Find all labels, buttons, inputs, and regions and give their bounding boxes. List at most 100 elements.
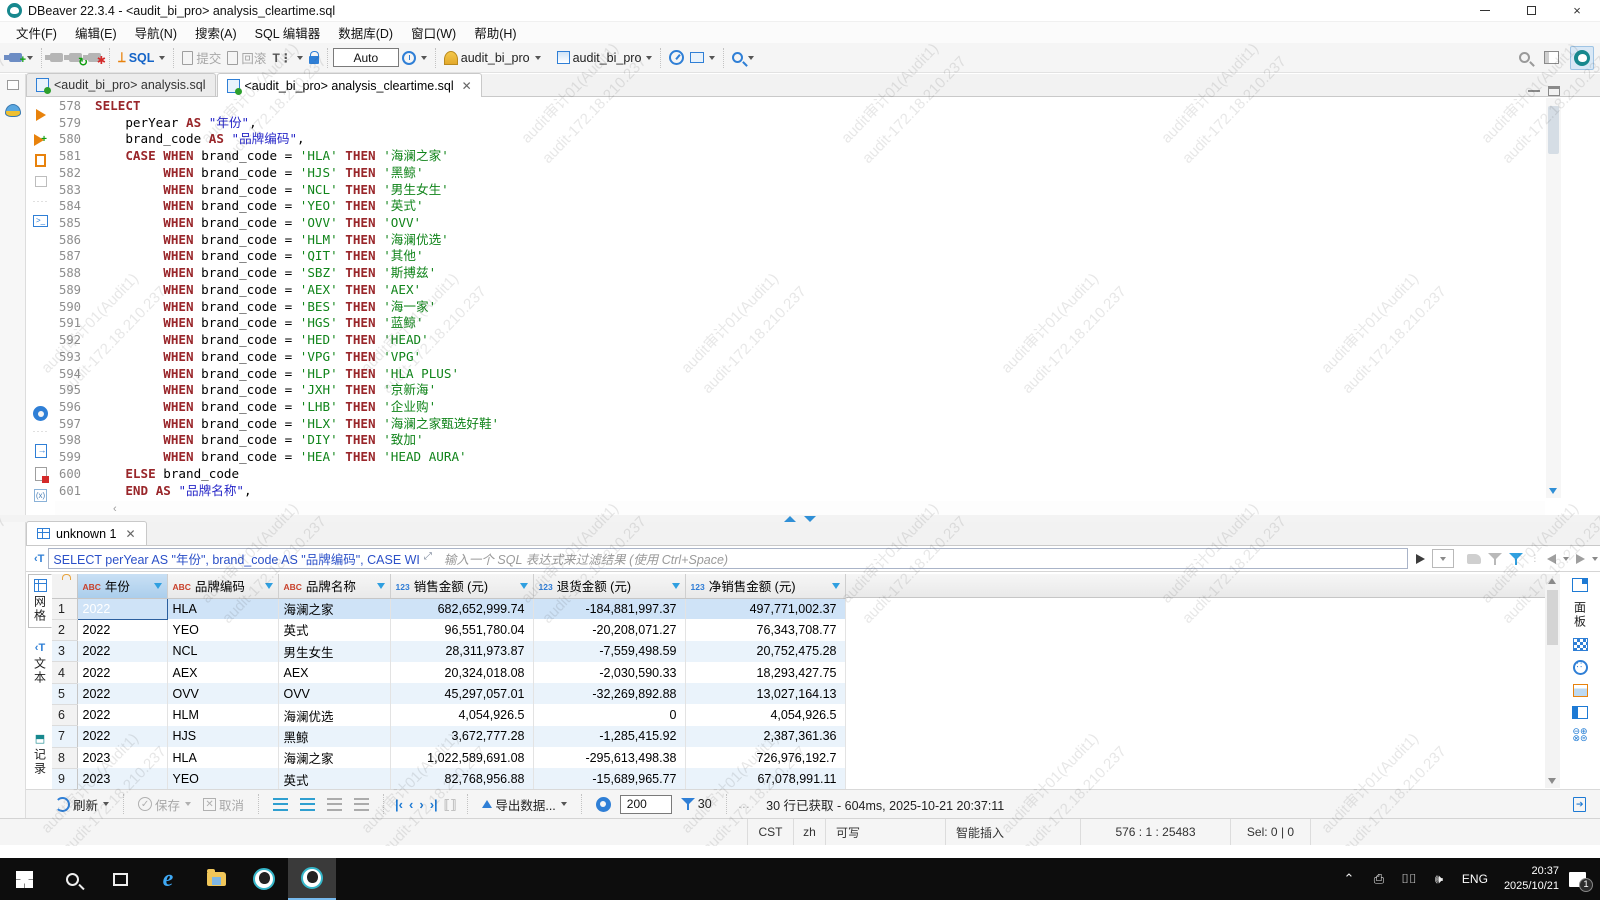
new-connection-button[interactable]: +: [6, 51, 36, 64]
start-button[interactable]: [0, 858, 48, 900]
eraser-icon[interactable]: [1467, 554, 1481, 564]
panels-icon[interactable]: [1572, 578, 1588, 592]
expand-filter-icon[interactable]: ⤢: [424, 551, 440, 567]
grid-cell[interactable]: HLA: [167, 598, 278, 619]
code-line[interactable]: 598 WHEN brand_code = 'DIY' THEN '致加': [55, 432, 1545, 449]
restore-panel-icon[interactable]: [7, 80, 19, 90]
row-number[interactable]: 5: [52, 683, 77, 704]
grid-cell[interactable]: 20,324,018.08: [390, 662, 533, 683]
results-vertical-scrollbar[interactable]: [1545, 574, 1560, 788]
code-line[interactable]: 594 WHEN brand_code = 'HLP' THEN 'HLA PL…: [55, 366, 1545, 383]
sql-editor[interactable]: 578SELECT579 perYear AS "年份",580 brand_c…: [55, 98, 1545, 500]
schema-selector[interactable]: audit_bi_pro: [554, 49, 656, 67]
clear-filter-icon[interactable]: [1488, 552, 1502, 566]
transaction-log-button[interactable]: [399, 49, 430, 67]
code-line[interactable]: 582 WHEN brand_code = 'HJS' THEN '黑鲸': [55, 165, 1545, 182]
sql-editor-button[interactable]: ⟘SQL: [115, 48, 168, 68]
grid-cell[interactable]: 20,752,475.28: [685, 641, 845, 662]
grid-cell[interactable]: 英式: [278, 768, 390, 789]
row-number[interactable]: 3: [52, 641, 77, 662]
grid-cell[interactable]: -295,613,498.38: [533, 747, 685, 768]
scroll-up-icon[interactable]: [1548, 578, 1556, 584]
editor-results-sash[interactable]: [0, 515, 1600, 522]
grid-cell[interactable]: 4,054,926.5: [685, 704, 845, 725]
grid-cell[interactable]: AEX: [278, 662, 390, 683]
column-header-2[interactable]: ABC品牌名称: [278, 574, 390, 598]
back-dropdown-icon[interactable]: [1563, 557, 1569, 561]
calc-panel-icon[interactable]: [1573, 684, 1588, 697]
scroll-down-icon[interactable]: [1548, 778, 1556, 784]
code-line[interactable]: 585 WHEN brand_code = 'OVV' THEN 'OVV': [55, 215, 1545, 232]
internet-explorer-button[interactable]: e: [144, 858, 192, 900]
column-header-3[interactable]: 123销售金额 (元): [390, 574, 533, 598]
prev-page-button[interactable]: ‹: [409, 798, 413, 811]
export-data-button[interactable]: 导出数据...: [479, 793, 569, 816]
grid-cell[interactable]: 96,551,780.04: [390, 619, 533, 640]
column-filter-icon[interactable]: [265, 583, 273, 589]
row-number[interactable]: 1: [52, 598, 77, 619]
filter-history-dropdown[interactable]: [1432, 549, 1454, 568]
validate-script-button[interactable]: [32, 465, 49, 482]
row-number[interactable]: 7: [52, 726, 77, 747]
code-line[interactable]: 583 WHEN brand_code = 'NCL' THEN '男生女生': [55, 182, 1545, 199]
next-page-button[interactable]: ›: [419, 798, 423, 811]
grid-cell[interactable]: 82,768,956.88: [390, 768, 533, 789]
results-tab-unknown1[interactable]: unknown 1 ✕: [26, 521, 147, 545]
code-line[interactable]: 597 WHEN brand_code = 'HLX' THEN '海澜之家甄选…: [55, 416, 1545, 433]
forward-dropdown-icon[interactable]: [1592, 557, 1598, 561]
grid-cell[interactable]: 2023: [77, 747, 167, 768]
grid-cell[interactable]: 2022: [77, 683, 167, 704]
tray-expand-icon[interactable]: ⌃: [1336, 871, 1362, 887]
grid-cell[interactable]: 2022: [77, 704, 167, 725]
code-line[interactable]: 589 WHEN brand_code = 'AEX' THEN 'AEX': [55, 282, 1545, 299]
grid-cell[interactable]: 黑鲸: [278, 726, 390, 747]
code-line[interactable]: 601 END AS "品牌名称",: [55, 483, 1545, 500]
tab-analysis-sql[interactable]: <audit_bi_pro> analysis.sql: [26, 73, 216, 96]
code-line[interactable]: 599 WHEN brand_code = 'HEA' THEN 'HEAD A…: [55, 449, 1545, 466]
grid-cell[interactable]: 18,293,427.75: [685, 662, 845, 683]
metadata-icon[interactable]: [1573, 660, 1588, 675]
code-line[interactable]: 595 WHEN brand_code = 'JXH' THEN '京新海': [55, 382, 1545, 399]
grid-cell[interactable]: 2023: [77, 768, 167, 789]
row-number[interactable]: 8: [52, 747, 77, 768]
open-perspective-button[interactable]: [1541, 49, 1562, 66]
fetch-size-input[interactable]: 200: [620, 795, 672, 814]
code-line[interactable]: 591 WHEN brand_code = 'HGS' THEN '蓝鲸': [55, 315, 1545, 332]
filter-input[interactable]: SELECT perYear AS "年份", brand_code AS "品…: [48, 548, 1408, 569]
view-tab-grid[interactable]: 网格: [28, 574, 52, 628]
menu-item-0[interactable]: 文件(F): [8, 21, 65, 44]
execute-statement-button[interactable]: [32, 106, 49, 123]
search-button[interactable]: [729, 50, 757, 65]
rollback-button[interactable]: 回滚: [224, 46, 269, 69]
code-line[interactable]: 586 WHEN brand_code = 'HLM' THEN '海澜优选': [55, 232, 1545, 249]
code-line[interactable]: 578SELECT: [55, 98, 1545, 115]
close-tab-icon[interactable]: ✕: [462, 79, 472, 93]
grid-settings-button[interactable]: [593, 795, 614, 814]
commit-mode-combo[interactable]: Auto: [333, 48, 399, 67]
execute-new-tab-button[interactable]: +: [32, 131, 49, 148]
menu-item-5[interactable]: 数据库(D): [330, 21, 401, 44]
network-profile-button[interactable]: [687, 50, 718, 65]
grid-cell[interactable]: OVV: [167, 683, 278, 704]
grid-cell[interactable]: 2022: [77, 726, 167, 747]
menu-item-2[interactable]: 导航(N): [127, 21, 185, 44]
column-header-0[interactable]: ABC年份: [77, 574, 167, 598]
menu-item-7[interactable]: 帮助(H): [466, 21, 524, 44]
task-view-button[interactable]: [96, 858, 144, 900]
grid-cell[interactable]: 67,078,991.11: [685, 768, 845, 789]
duplicate-row-button[interactable]: [324, 796, 345, 813]
maximize-button[interactable]: [1508, 0, 1554, 21]
export-from-query-button[interactable]: [32, 442, 49, 459]
grid-cell[interactable]: -20,208,071.27: [533, 619, 685, 640]
code-line[interactable]: 581 CASE WHEN brand_code = 'HLA' THEN '海…: [55, 148, 1545, 165]
file-explorer-button[interactable]: [192, 858, 240, 900]
apply-filter-icon[interactable]: [1416, 554, 1425, 564]
view-tab-record[interactable]: ⬒ 记录: [28, 728, 52, 780]
dashboard-button[interactable]: [666, 48, 687, 67]
grid-cell[interactable]: 4,054,926.5: [390, 704, 533, 725]
delete-row-button[interactable]: [351, 796, 372, 813]
execute-script-button[interactable]: [32, 152, 49, 169]
code-line[interactable]: 600 ELSE brand_code: [55, 466, 1545, 483]
language-indicator[interactable]: ENG: [1456, 872, 1494, 886]
scroll-left-icon[interactable]: ‹: [113, 503, 117, 515]
